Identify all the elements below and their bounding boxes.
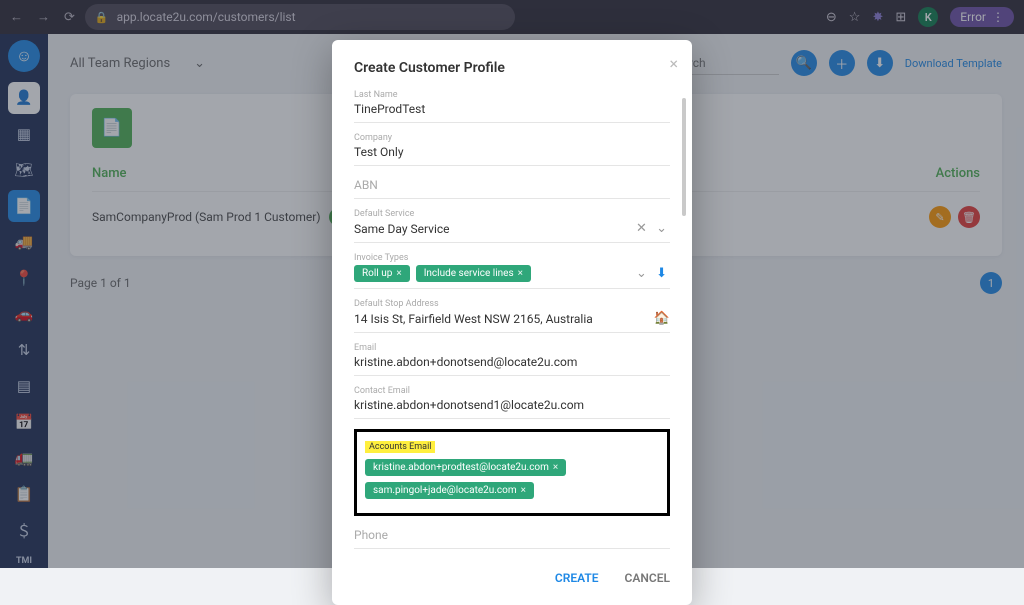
default-service-select[interactable]: Same Day Service ✕ ⌄ xyxy=(354,219,670,238)
last-name-label: Last Name xyxy=(354,90,670,100)
accounts-email-chip[interactable]: sam.pingol+jade@locate2u.com× xyxy=(365,482,534,499)
invoice-chip-include[interactable]: Include service lines× xyxy=(416,265,531,282)
modal-scrollbar[interactable] xyxy=(682,98,686,216)
email-label: Email xyxy=(354,343,670,353)
chip-remove-icon: × xyxy=(396,268,401,279)
clear-icon[interactable]: ✕ xyxy=(636,221,650,236)
chip-remove-icon: × xyxy=(521,485,526,496)
close-icon[interactable]: × xyxy=(669,54,678,73)
accounts-email-highlight: Accounts Email kristine.abdon+prodtest@l… xyxy=(354,429,670,516)
download-icon[interactable]: ⬇ xyxy=(656,266,670,281)
invoice-types-select[interactable]: Roll up× Include service lines× ⌄ ⬇ xyxy=(354,263,670,284)
contact-email-label: Contact Email xyxy=(354,386,670,396)
modal-overlay: Create Customer Profile × Last Name Tine… xyxy=(0,0,1024,568)
phone-input[interactable]: Phone xyxy=(354,526,670,544)
contact-email-input[interactable]: kristine.abdon+donotsend1@locate2u.com xyxy=(354,396,670,414)
chevron-down-icon[interactable]: ⌄ xyxy=(636,266,650,281)
cancel-button[interactable]: CANCEL xyxy=(625,571,670,585)
abn-input[interactable]: ABN xyxy=(354,176,670,194)
chip-remove-icon: × xyxy=(553,462,558,473)
home-icon[interactable]: 🏠 xyxy=(654,311,670,326)
chevron-down-icon[interactable]: ⌄ xyxy=(656,221,670,236)
accounts-email-label: Accounts Email xyxy=(365,441,435,453)
last-name-input[interactable]: TineProdTest xyxy=(354,100,670,118)
invoice-types-label: Invoice Types xyxy=(354,253,670,263)
company-input[interactable]: Test Only xyxy=(354,143,670,161)
company-label: Company xyxy=(354,133,670,143)
email-input[interactable]: kristine.abdon+donotsend@locate2u.com xyxy=(354,353,670,371)
modal-title: Create Customer Profile xyxy=(354,60,670,76)
chip-remove-icon: × xyxy=(518,268,523,279)
accounts-email-chip[interactable]: kristine.abdon+prodtest@locate2u.com× xyxy=(365,459,566,476)
create-customer-modal: Create Customer Profile × Last Name Tine… xyxy=(332,40,692,605)
accounts-email-input[interactable]: kristine.abdon+prodtest@locate2u.com× sa… xyxy=(365,459,659,499)
invoice-chip-rollup[interactable]: Roll up× xyxy=(354,265,410,282)
default-service-label: Default Service xyxy=(354,209,670,219)
create-button[interactable]: CREATE xyxy=(555,571,599,585)
stop-address-input[interactable]: 14 Isis St, Fairfield West NSW 2165, Aus… xyxy=(354,309,670,328)
stop-address-label: Default Stop Address xyxy=(354,299,670,309)
